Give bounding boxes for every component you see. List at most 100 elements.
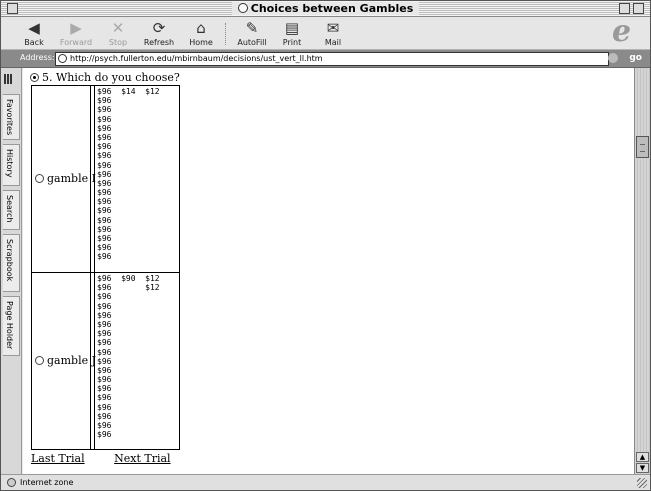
question-radio[interactable]: [30, 73, 39, 82]
question-text: 5. Which do you choose?: [42, 71, 180, 84]
collapse-box[interactable]: [633, 3, 644, 14]
sidebar-tab-search[interactable]: Search: [3, 190, 20, 230]
gamble-i-label: gamble I: [47, 172, 96, 185]
scroll-thumb[interactable]: [636, 136, 649, 158]
outcome-row: $96: [97, 105, 112, 115]
sidebar-tab-label: Favorites: [5, 99, 14, 136]
outcome-row: $96: [97, 206, 112, 216]
sidebar-tab-page-holder[interactable]: Page Holder: [3, 296, 20, 356]
home-label: Home: [189, 38, 213, 47]
outcome-row: $96: [97, 365, 112, 375]
go-arrow-icon[interactable]: [608, 53, 618, 63]
gamble-j-radio[interactable]: [35, 356, 44, 365]
back-arrow-icon: ◀: [28, 19, 40, 37]
outcome-row: $96: [97, 329, 112, 339]
mail-button[interactable]: ✉ Mail: [308, 20, 358, 47]
trial-nav: Last Trial Next Trial: [31, 452, 197, 465]
mail-envelope-icon: ✉: [326, 19, 340, 37]
gamble-i-cell: gamble I: [32, 86, 96, 272]
refresh-icon: ⟳: [152, 19, 166, 37]
outcome-row: $96: [97, 411, 112, 421]
scroll-up-arrow-icon[interactable]: ▲: [636, 452, 649, 462]
outcome-row: $96: [97, 197, 112, 207]
sidebar-tab-favorites[interactable]: Favorites: [3, 94, 20, 140]
browser-window: Choices between Gambles ◀ Back ▶ Forward…: [0, 0, 651, 491]
stop-x-icon: ✕: [111, 19, 125, 37]
address-input[interactable]: http://psych.fullerton.edu/mbirnbaum/dec…: [55, 52, 609, 66]
outcome-row: $96: [97, 430, 112, 440]
sidebar-tab-label: Search: [5, 195, 14, 223]
table-divider: [94, 273, 95, 449]
explorer-sidebar: Favorites History Search Scrapbook Page …: [1, 68, 22, 474]
sidebar-tab-history[interactable]: History: [3, 144, 20, 186]
status-zone: Internet zone: [20, 478, 74, 487]
gamble-j-option[interactable]: gamble J: [35, 354, 96, 367]
outcome-row: $96: [97, 421, 112, 430]
sidebar-tab-label: Page Holder: [5, 301, 14, 350]
window-title-text-wrap: Choices between Gambles: [231, 2, 420, 15]
scroll-down-arrow-icon[interactable]: ▼: [636, 463, 649, 473]
outcome-row: $96: [97, 123, 112, 133]
status-bar: Internet zone: [1, 474, 650, 490]
globe-icon: [237, 3, 248, 13]
outcome-row: $96: [97, 178, 112, 188]
outcome-row: $96 $12: [97, 283, 160, 293]
question-line: 5. Which do you choose?: [30, 71, 180, 84]
outcome-row: $96: [97, 375, 112, 385]
address-label: Address:: [20, 53, 55, 62]
printer-icon: ▤: [284, 19, 300, 37]
sidebar-tab-label: History: [5, 149, 14, 178]
outcome-row: $96: [97, 142, 112, 152]
outcome-row: $96: [97, 301, 112, 311]
outcome-row: $96: [97, 243, 112, 253]
outcome-row: $96: [97, 234, 112, 243]
outcome-row: $96 $90 $12: [97, 274, 160, 283]
forward-arrow-icon: ▶: [70, 19, 82, 37]
outcome-row: $96: [97, 96, 112, 106]
outcome-row: $96: [97, 356, 112, 366]
page-content: 5. Which do you choose? gamble I $96 $14…: [23, 68, 634, 474]
outcome-row: $96: [97, 224, 112, 234]
resize-grip-icon[interactable]: [637, 478, 647, 488]
outcome-row: $96: [97, 160, 112, 170]
go-button[interactable]: go: [629, 53, 642, 63]
gamble-i-option[interactable]: gamble I: [35, 172, 96, 185]
address-bar: Address: http://psych.fullerton.edu/mbir…: [1, 50, 650, 68]
autofill-pen-icon: ✎: [245, 19, 259, 37]
table-divider: [94, 86, 95, 272]
gamble-j-cell: gamble J: [32, 273, 96, 449]
address-url: http://psych.fullerton.edu/mbirnbaum/dec…: [70, 54, 323, 63]
gamble-j-outcomes: $96 $90 $12 $96 $12 $96 $96 $96 $96 $96 $96 $96 $…: [97, 274, 160, 439]
outcome-row: $96: [97, 188, 112, 198]
sidebar-handle-icon[interactable]: [4, 74, 18, 84]
outcome-row: $96: [97, 252, 112, 262]
toolbar: ◀ Back ▶ Forward ✕ Stop ⟳ Refresh ⌂ Home…: [1, 17, 650, 50]
outcome-row: $96: [97, 402, 112, 412]
outcome-row: $96: [97, 319, 112, 329]
outcome-row: $96: [97, 393, 112, 403]
vertical-scrollbar[interactable]: ▲ ▼: [634, 68, 650, 474]
last-trial-link[interactable]: Last Trial: [31, 452, 85, 465]
toolbar-separator: [225, 23, 226, 45]
gamble-i-radio[interactable]: [35, 174, 44, 183]
title-bar[interactable]: Choices between Gambles: [1, 1, 650, 17]
outcome-row: $96: [97, 338, 112, 348]
home-icon: ⌂: [196, 19, 206, 37]
home-button[interactable]: ⌂ Home: [176, 20, 226, 47]
outcome-row: $96: [97, 384, 112, 394]
table-divider: [90, 273, 91, 449]
window-title-wrap: Choices between Gambles: [1, 2, 650, 15]
table-divider: [90, 86, 91, 272]
sidebar-tab-label: Scrapbook: [5, 239, 14, 282]
gamble-i-table: gamble I $96 $14 $12 $96 $96 $96 $96 $96 $96 $9…: [31, 85, 180, 273]
outcome-row: $96: [97, 114, 112, 124]
outcome-row: $96: [97, 347, 112, 357]
zoom-box[interactable]: [619, 3, 630, 14]
gamble-j-table: gamble J $96 $90 $12 $96 $12 $96 $96 $96 $96 $…: [31, 272, 180, 450]
outcome-row: $96: [97, 151, 112, 161]
sidebar-tab-scrapbook[interactable]: Scrapbook: [3, 234, 20, 292]
outcome-row: $96: [97, 215, 112, 225]
internet-zone-icon: [7, 478, 16, 487]
next-trial-link[interactable]: Next Trial: [114, 452, 170, 465]
page-globe-icon: [58, 54, 67, 63]
